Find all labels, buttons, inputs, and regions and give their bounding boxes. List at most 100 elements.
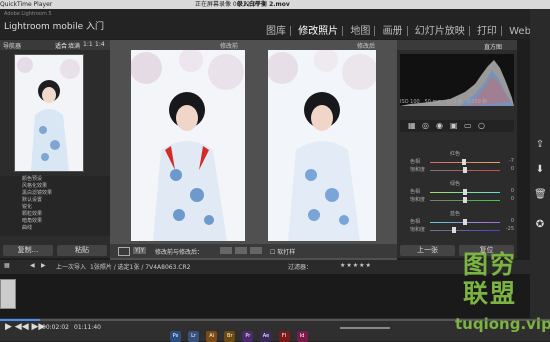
copy-before-after-icon[interactable] (220, 247, 232, 254)
radial-icon[interactable]: ○ (478, 121, 485, 130)
dock-app[interactable]: Lr (188, 331, 200, 342)
app-name[interactable]: QuickTime Player (0, 0, 52, 9)
catalog-title[interactable]: Lightroom mobile 入门 (4, 19, 104, 32)
preset-item[interactable]: 风格化效果 (0, 183, 110, 190)
menu-bar: QuickTime Player 正在屏幕录像 00:12:09 录入白平衡 2… (0, 0, 550, 9)
filmstrip-path: 1张照片 / 选定1张 / 7V4A8063.CR2 (90, 264, 191, 271)
slider-knob[interactable] (463, 219, 467, 225)
slider-knob[interactable] (463, 197, 467, 203)
hsl-group-label: 红色 (450, 151, 461, 157)
hsl-row-value[interactable]: -7 (509, 158, 514, 164)
back-arrow-icon[interactable]: ◀ (30, 262, 35, 269)
copy-after-before-icon[interactable] (235, 247, 247, 254)
module-develop[interactable]: 修改照片 (294, 22, 342, 37)
module-book[interactable]: 画册 (379, 22, 407, 37)
filmstrip-thumbnail[interactable] (0, 279, 16, 309)
total-time: 01:11:40 (74, 324, 101, 331)
hsl-row-label: 色相 (410, 159, 421, 165)
hsl-group-label: 绿色 (450, 181, 461, 187)
hsl-group-label: 蓝色 (450, 211, 461, 217)
focal-length: 50 mm (424, 99, 443, 105)
preset-item[interactable]: 曲线 (0, 225, 110, 232)
hsl-row[interactable]: 饱和度 0 (400, 166, 514, 174)
slider-knob[interactable] (452, 227, 456, 233)
crop-icon[interactable]: ◎ (422, 121, 429, 130)
hsl-row-value[interactable]: 0 (511, 196, 514, 202)
copy-button[interactable]: 复制... (3, 245, 53, 256)
previous-import[interactable]: 上一次导入 (56, 262, 86, 271)
after-photo[interactable] (268, 50, 376, 241)
progress-fill (0, 319, 40, 321)
download-icon[interactable]: ⬇ (534, 164, 546, 176)
hsl-row[interactable]: 饱和度 -25 (400, 226, 514, 234)
current-time: 00:02:02 (42, 324, 69, 331)
slider-track[interactable] (430, 230, 500, 231)
iso-value: ISO 100 (400, 99, 420, 105)
hsl-row[interactable]: 色相 -7 (400, 158, 514, 166)
lightroom-version: Adobe Lightroom 5 (4, 11, 52, 17)
preset-item[interactable]: 颜色预设 (0, 176, 110, 183)
hsl-row-label: 色相 (410, 219, 421, 225)
hsl-row-value[interactable]: 0 (511, 188, 514, 194)
spot-removal-icon[interactable]: ◉ (436, 121, 443, 130)
zoom-1-4[interactable]: 1:4 (95, 41, 105, 48)
module-slideshow[interactable]: 幻灯片放映 (411, 22, 469, 37)
dock-app[interactable]: Br (224, 331, 236, 342)
zoom-fit[interactable]: 适合 (55, 41, 67, 50)
share-icon[interactable]: ⇪ (534, 139, 546, 151)
redeye-icon[interactable]: ▣ (450, 121, 458, 130)
tool-strip: ▦ ◎ ◉ ▣ ▭ ○ (400, 120, 514, 132)
paste-button[interactable]: 粘贴 (57, 245, 107, 256)
grid-view-icon[interactable]: ▦ (4, 262, 10, 269)
slider-knob[interactable] (463, 167, 467, 173)
dock-app[interactable]: Id (296, 331, 308, 342)
slider-knob[interactable] (463, 189, 467, 195)
develop-toolbar: Y|Y 修改前与修改后： ☐ 软打样 (110, 244, 397, 258)
zoom-fill[interactable]: 填满 (68, 41, 80, 50)
module-library[interactable]: 图库 (262, 22, 290, 37)
before-photo[interactable] (131, 50, 245, 241)
preset-item[interactable]: 锐化 (0, 204, 110, 211)
trash-icon[interactable]: 🗑 (534, 189, 547, 201)
filmstrip (0, 274, 530, 318)
hsl-row[interactable]: 色相 0 (400, 218, 514, 226)
before-after-mode[interactable]: Y|Y (133, 247, 147, 254)
previous-button[interactable]: 上一张 (400, 245, 455, 256)
exif-info: ISO 100 50 mm f / 1.8 1/200 秒 (400, 98, 514, 105)
hsl-row-label: 色相 (410, 189, 421, 195)
dock-app[interactable]: Fl (278, 331, 290, 342)
zoom-1-1[interactable]: 1:1 (83, 41, 93, 48)
preset-item[interactable]: 颗粒效果 (0, 211, 110, 218)
hsl-row-value[interactable]: -25 (506, 226, 514, 232)
soft-proof-label[interactable]: ☐ 软打样 (270, 247, 295, 256)
rating-filter[interactable]: ★★★★★ (340, 262, 372, 269)
volume-slider[interactable] (340, 327, 390, 329)
module-map[interactable]: 地图 (346, 22, 374, 37)
preset-item[interactable]: 黑白滤镜效果 (0, 190, 110, 197)
forward-arrow-icon[interactable]: ▶ (41, 262, 46, 269)
dock-app[interactable]: Ae (260, 331, 272, 342)
loupe-view-icon[interactable] (118, 247, 130, 256)
hsl-row-value[interactable]: 0 (511, 166, 514, 172)
slider-knob[interactable] (462, 159, 466, 165)
play-icon[interactable]: ▶ ◀◀ ▶▶ (5, 322, 45, 332)
filter-label: 过滤器： (288, 264, 313, 271)
preset-item[interactable]: 默认设置 (0, 197, 110, 204)
gradient-icon[interactable]: ▭ (464, 121, 472, 130)
module-print[interactable]: 打印 (473, 22, 501, 37)
dock-app[interactable]: Ps (170, 331, 181, 342)
hsl-row-value[interactable]: 0 (511, 218, 514, 224)
histogram-title: 直方图 (484, 44, 503, 51)
preset-item[interactable]: 暗角效果 (0, 218, 110, 225)
navigator-preview[interactable] (14, 54, 84, 172)
grid-icon[interactable]: ▦ (408, 121, 416, 130)
dock-app[interactable]: Ai (206, 331, 218, 342)
navigator-title: 导航器 (3, 43, 22, 50)
hsl-row[interactable]: 色相 0 (400, 188, 514, 196)
window-title: 录入白平衡 2.mov (237, 1, 290, 8)
pin-icon[interactable]: ✪ (534, 219, 546, 231)
swap-icon[interactable] (250, 247, 262, 254)
dock-app[interactable]: Pr (242, 331, 254, 342)
navigator-header[interactable]: 导航器 适合 填满 1:1 1:4 (0, 40, 110, 50)
hsl-row[interactable]: 饱和度 0 (400, 196, 514, 204)
